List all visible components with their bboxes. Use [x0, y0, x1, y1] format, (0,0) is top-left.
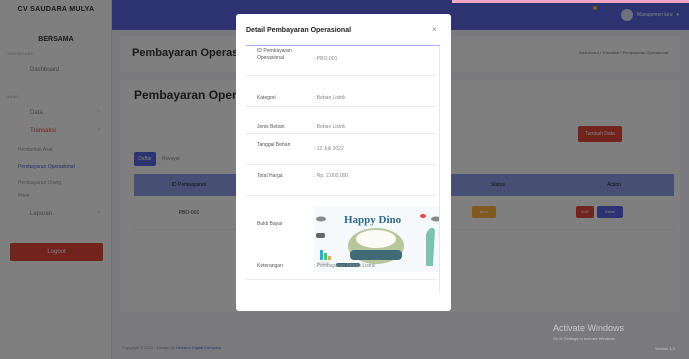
- detail-label: Kategori: [257, 95, 276, 101]
- detail-label: Tanggal Beban: [257, 142, 291, 148]
- detail-row-kategori: Kategori : Beban Listrik: [246, 76, 436, 107]
- proof-image-text: Happy Dino: [344, 214, 402, 226]
- detail-row-tanggal: Tanggal Beban : 12 Juli 2022: [246, 134, 436, 165]
- detail-value: : Beban Listrik: [314, 95, 346, 101]
- watermark-subtitle: Go to Settings to activate Windows.: [553, 336, 617, 341]
- detail-modal: Detail Pembayaran Operasional × ID Pemba…: [236, 14, 451, 311]
- detail-value: : Beban Listrik: [314, 124, 346, 130]
- detail-value: : Pembayaran Beban Listrik: [314, 263, 376, 269]
- detail-label: Total Harga: [257, 173, 283, 179]
- detail-label: Jenis Beban: [257, 124, 285, 130]
- detail-value: : PBO-001: [314, 56, 338, 62]
- modal-body[interactable]: ID Pembayaran Operasional : PBO-001 Kate…: [246, 46, 440, 292]
- decorative-strip: [452, 0, 689, 3]
- detail-label: Bukti Bayar: [257, 221, 283, 227]
- version-label: Version 1.0: [654, 346, 675, 351]
- close-icon[interactable]: ×: [432, 25, 437, 34]
- detail-row-total: Total Harga : Rp. 2.000.000: [246, 165, 436, 196]
- detail-row-jenis-beban: Jenis Beban : Beban Listrik: [246, 107, 436, 134]
- detail-value: : 12 Juli 2022: [314, 146, 344, 152]
- detail-row-id: ID Pembayaran Operasional : PBO-001: [246, 46, 436, 76]
- modal-title: Detail Pembayaran Operasional: [246, 27, 352, 34]
- detail-label: ID Pembayaran Operasional: [257, 48, 292, 61]
- watermark-title: Activate Windows: [553, 323, 625, 333]
- detail-label: Keterangan: [257, 263, 283, 269]
- detail-row-keterangan: Keterangan : Pembayaran Beban Listrik: [246, 263, 436, 292]
- activate-windows-watermark: Activate Windows Go to Settings to activ…: [553, 323, 624, 341]
- detail-value: : Rp. 2.000.000: [314, 173, 349, 179]
